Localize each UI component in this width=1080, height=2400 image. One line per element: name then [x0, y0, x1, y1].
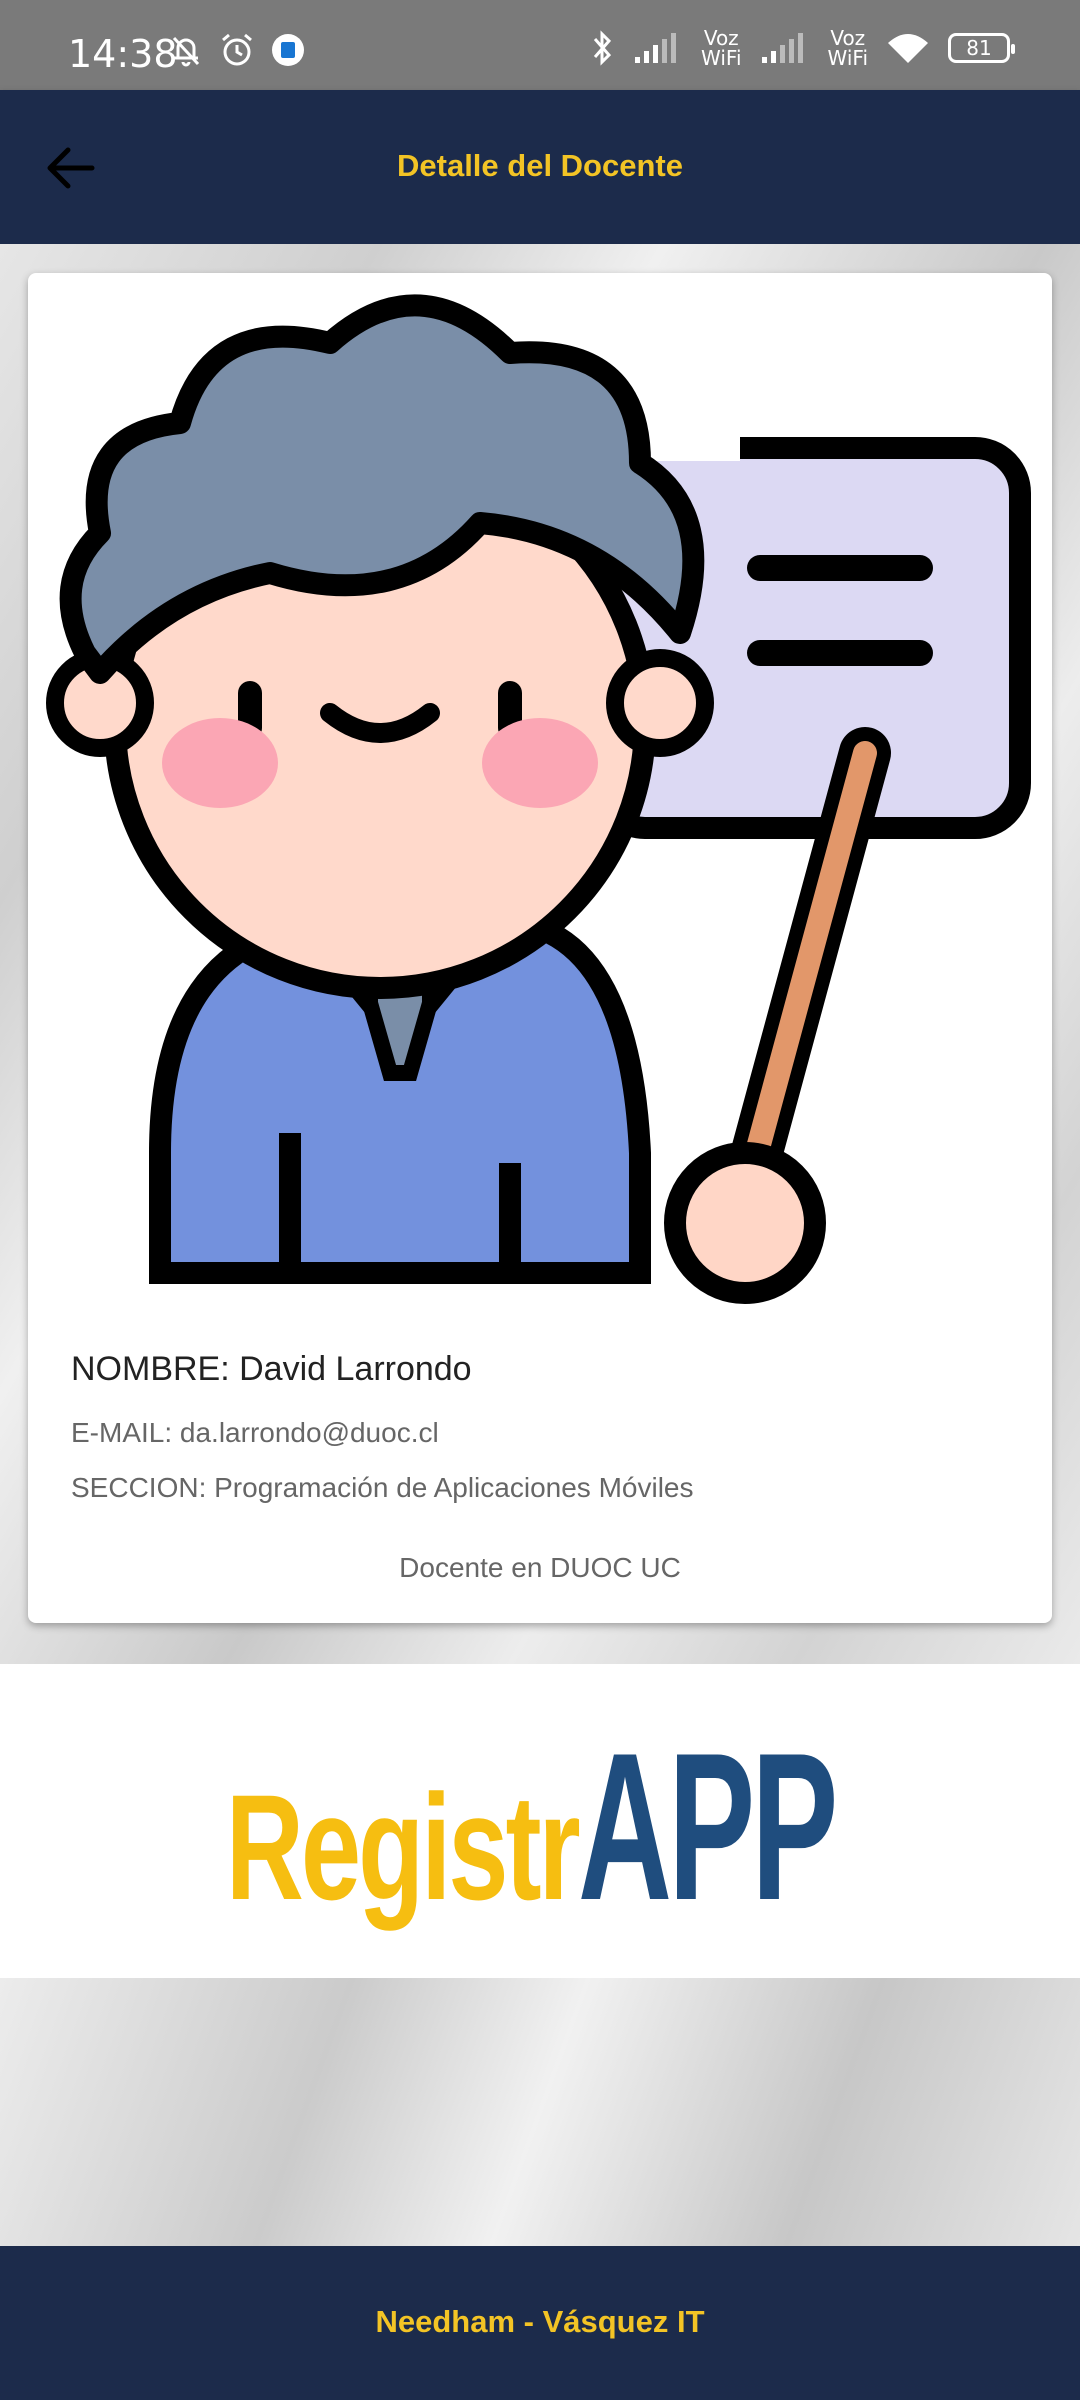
app-bar: Detalle del Docente [0, 90, 1080, 244]
teacher-name: NOMBRE: David Larrondo [71, 1350, 472, 1388]
voz-wifi-label-2: Voz WiFi [827, 26, 869, 70]
voz-wifi-label-1: Voz WiFi [701, 26, 742, 70]
teacher-section: SECCION: Programación de Aplicaciones Mó… [71, 1472, 694, 1503]
bluetooth-icon [593, 30, 612, 66]
status-bar: 14:38 Voz WiFi Voz WiFi 81 [0, 0, 1080, 90]
teacher-email: E-MAIL: da.larrondo@duoc.cl [71, 1417, 439, 1448]
status-left-icons [168, 32, 306, 68]
page-title: Detalle del Docente [397, 148, 683, 183]
logo-text-registr: Registr [225, 1763, 581, 1931]
alarm-icon [222, 33, 252, 66]
signal-icon [635, 33, 676, 63]
logo-band: RegistrAPP [0, 1664, 1080, 1978]
background-texture-lower [0, 1978, 1080, 2246]
wifi-icon [888, 34, 928, 63]
teacher-card: NOMBRE: David Larrondo E-MAIL: da.larron… [28, 273, 1052, 1623]
teacher-illustration [46, 294, 1031, 1304]
registrapp-logo: RegistrAPP [0, 1706, 1080, 1948]
battery-indicator: 81 [948, 33, 1015, 63]
signal-icon-2 [761, 33, 803, 63]
status-time: 14:38 [68, 32, 178, 76]
logo-text-app: APP [577, 1709, 838, 1944]
footer-bar: Needham - Vásquez IT [0, 2246, 1080, 2400]
bell-off-icon [172, 36, 200, 67]
status-right-icons: Voz WiFi Voz WiFi 81 [591, 26, 1015, 70]
teacher-note: Docente en DUOC UC [399, 1552, 681, 1583]
footer-text: Needham - Vásquez IT [375, 2304, 705, 2339]
app-notification-icon [272, 34, 304, 66]
